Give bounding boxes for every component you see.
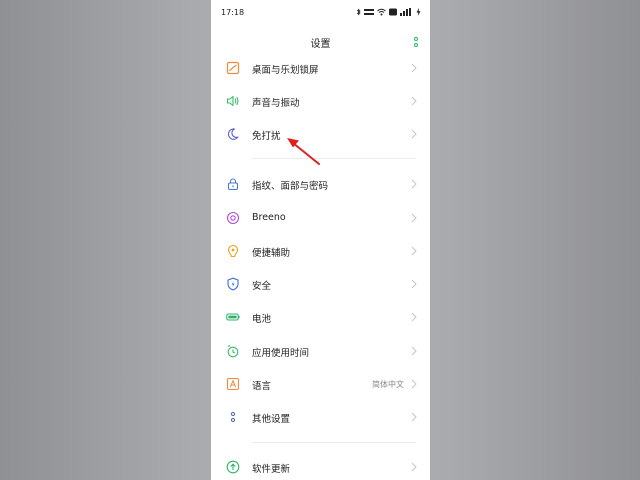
lock-icon (227, 178, 239, 191)
settings-item-label: 免打扰 (252, 131, 281, 142)
charging-battery-icon (416, 8, 421, 16)
assist-icon (227, 244, 239, 258)
chevron-right-icon (411, 96, 417, 106)
more-button[interactable] (412, 35, 420, 49)
hd-icon (389, 8, 397, 16)
settings-item-language[interactable]: 语言 简体中文 (211, 369, 430, 399)
settings-item-label: 软件更新 (252, 464, 291, 475)
moon-icon (227, 128, 239, 140)
header: 设置 (211, 28, 430, 56)
settings-item-label: 桌面与乐划锁屏 (252, 65, 319, 76)
wallpaper-icon (226, 61, 240, 75)
signal-icon (400, 8, 411, 16)
settings-item-label: 声音与振动 (252, 98, 300, 109)
settings-item-sound[interactable]: 声音与振动 (211, 86, 430, 116)
update-icon (226, 460, 240, 474)
settings-item-label: 便捷辅助 (252, 248, 291, 259)
timer-icon (227, 345, 239, 358)
battery-icon (226, 313, 240, 321)
bluetooth-icon (356, 8, 361, 16)
settings-item-label: 电池 (252, 314, 272, 325)
chevron-right-icon (411, 346, 417, 356)
chevron-right-icon (411, 462, 417, 472)
network-speed-icon (364, 9, 374, 15)
settings-item-do-not-disturb[interactable]: 免打扰 (211, 119, 430, 149)
settings-item-app-usage-time[interactable]: 应用使用时间 (211, 336, 430, 366)
chevron-right-icon (411, 279, 417, 289)
settings-item-label: 安全 (252, 281, 272, 292)
chevron-right-icon (411, 412, 417, 422)
settings-item-other-settings[interactable]: 其他设置 (211, 402, 430, 432)
settings-item-breeno[interactable]: Breeno (211, 203, 430, 233)
settings-item-security[interactable]: 安全 (211, 269, 430, 299)
chevron-right-icon (411, 63, 417, 73)
settings-item-convenience-assist[interactable]: 便捷辅助 (211, 236, 430, 266)
status-bar: 17:18 (211, 0, 430, 26)
chevron-right-icon (411, 379, 417, 389)
shield-icon (227, 277, 239, 291)
chevron-right-icon (411, 129, 417, 139)
status-time: 17:18 (221, 8, 245, 17)
settings-item-label: 其他设置 (252, 414, 291, 425)
breeno-icon (226, 211, 240, 225)
speaker-icon (226, 95, 239, 107)
chevron-right-icon (411, 312, 417, 322)
settings-item-label: 应用使用时间 (252, 348, 310, 359)
section-divider (252, 442, 416, 443)
language-value: 简体中文 (372, 380, 404, 389)
language-icon (226, 377, 240, 391)
settings-item-fingerprint-face-password[interactable]: 指纹、面部与密码 (211, 169, 430, 199)
status-icons (356, 8, 421, 16)
settings-item-label: 语言 (252, 381, 272, 392)
chevron-right-icon (411, 213, 417, 223)
settings-item-label: 指纹、面部与密码 (252, 181, 329, 192)
phone-screen: 17:18 设置 桌面与乐划锁屏 声音与振动 免打扰 指纹、面部与密码 Bree… (211, 0, 430, 480)
settings-item-wallpaper[interactable]: 桌面与乐划锁屏 (211, 53, 430, 83)
settings-item-battery[interactable]: 电池 (211, 302, 430, 332)
settings-item-label: Breeno (252, 212, 286, 223)
chevron-right-icon (411, 179, 417, 189)
chevron-right-icon (411, 246, 417, 256)
page-title: 设置 (310, 39, 331, 50)
settings-item-software-update[interactable]: 软件更新 (211, 452, 430, 480)
section-divider (252, 158, 416, 159)
wifi-icon (377, 8, 386, 16)
more-settings-icon (230, 411, 236, 423)
